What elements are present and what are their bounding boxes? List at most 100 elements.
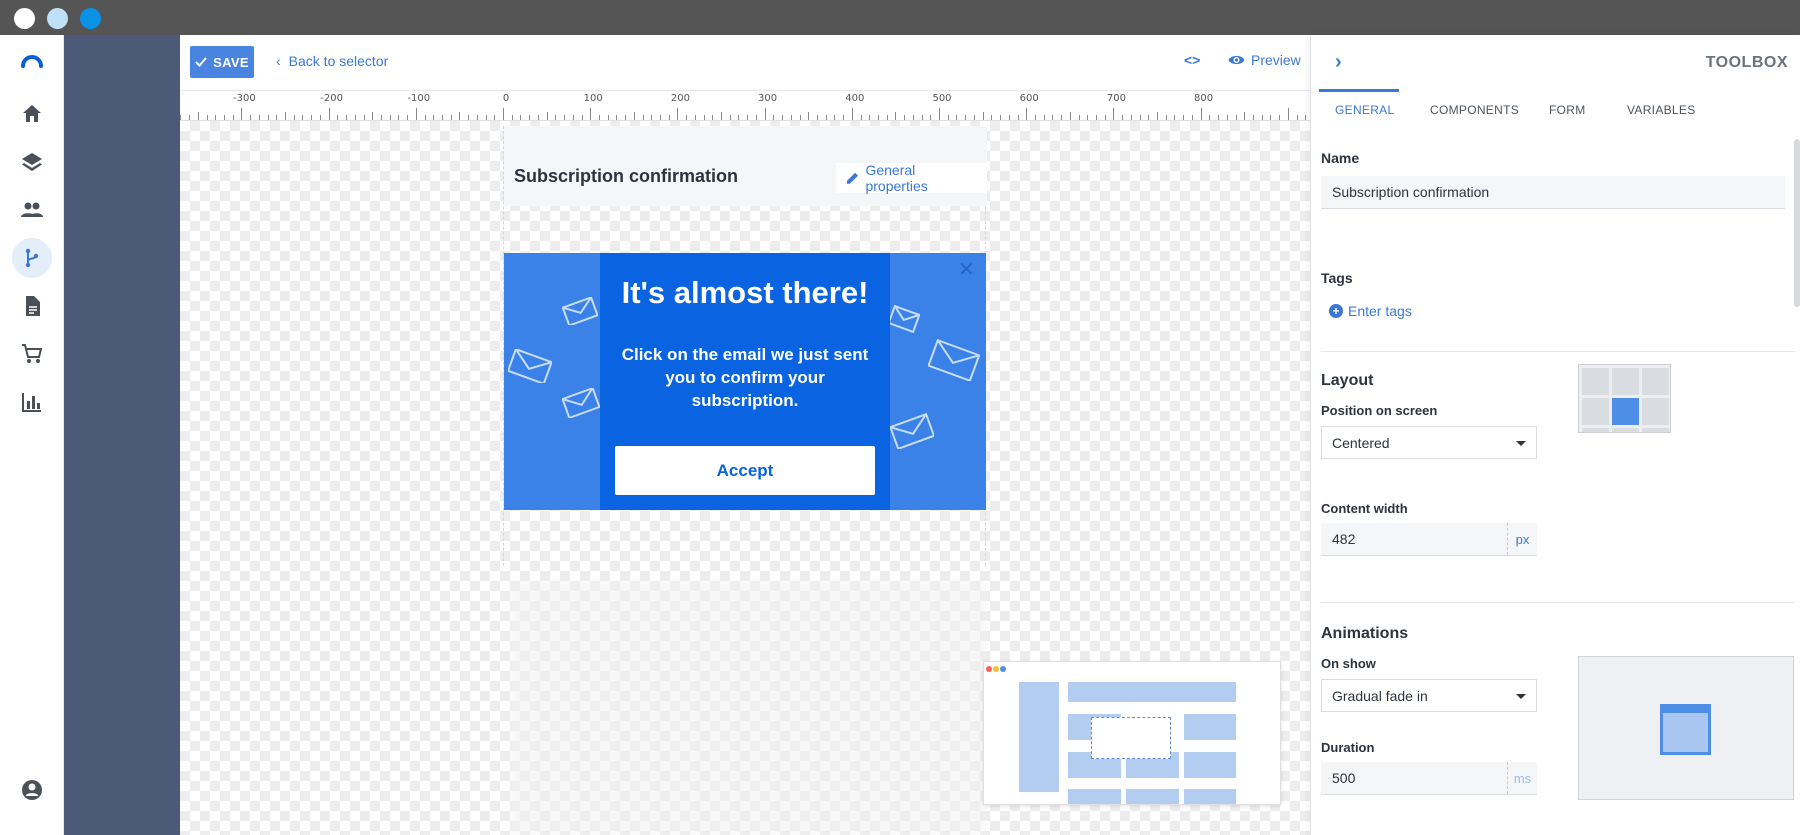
back-to-selector-link[interactable]: ‹ Back to selector: [276, 53, 388, 69]
window-close-dot[interactable]: [14, 8, 35, 29]
ruler-tick: [555, 115, 557, 120]
sidebar-item-home[interactable]: [12, 94, 52, 134]
ruler-tick: [886, 115, 888, 120]
position-grid[interactable]: [1578, 364, 1671, 433]
popup-preview[interactable]: It's almost there! Click on the email we…: [504, 253, 986, 510]
ruler-tick: [520, 115, 522, 120]
tab-form[interactable]: FORM: [1549, 103, 1586, 117]
position-select[interactable]: Centered: [1321, 426, 1537, 459]
on-show-select[interactable]: Gradual fade in: [1321, 679, 1537, 712]
ruler-tick: [276, 115, 278, 120]
ruler-tick: [346, 115, 347, 120]
layout-section-title: Layout: [1321, 372, 1374, 389]
sidebar-item-contacts[interactable]: [12, 190, 52, 230]
preview-button[interactable]: Preview: [1228, 52, 1301, 68]
ruler-tick: [1139, 115, 1141, 120]
ruler-tick: [215, 115, 217, 120]
window-minimize-dot[interactable]: [47, 8, 68, 29]
position-cell[interactable]: [1612, 428, 1639, 432]
ruler-tick: [450, 115, 452, 120]
enter-tags-label: Enter tags: [1348, 303, 1412, 319]
ruler-tick: [912, 115, 914, 120]
document-icon: [26, 296, 40, 316]
code-view-button[interactable]: <>: [1184, 52, 1200, 68]
code-icon: <>: [1184, 52, 1201, 68]
bar-chart-icon: [22, 393, 41, 412]
ruler-tick: [258, 115, 260, 120]
duration-input[interactable]: 500 ms: [1321, 762, 1537, 795]
ruler-tick: [1200, 108, 1202, 120]
envelope-icon: [888, 305, 920, 333]
sidebar-item-account[interactable]: [12, 770, 52, 810]
ruler-tick: [895, 112, 897, 120]
ruler-tick: [1279, 115, 1281, 120]
accept-button[interactable]: Accept: [615, 446, 875, 495]
ruler-tick: [703, 115, 705, 120]
position-cell[interactable]: [1582, 368, 1609, 395]
ruler-tick: [1226, 115, 1228, 120]
ruler-tick: [1296, 115, 1298, 120]
ruler-tick: [485, 115, 487, 120]
position-cell[interactable]: [1582, 398, 1609, 425]
popup-body-text: Click on the email we just sent you to c…: [621, 345, 869, 410]
minimap-sidebar: [1019, 682, 1059, 792]
ruler-tick: [808, 112, 810, 120]
minimap-block: [1184, 752, 1236, 778]
sidebar-item-reports[interactable]: [12, 382, 52, 422]
ruler-tick: [197, 112, 199, 120]
ruler-tick: [721, 112, 722, 120]
ruler-tick: [328, 108, 330, 120]
ruler-tick: [738, 115, 740, 120]
content-width-unit: px: [1507, 523, 1537, 555]
popup-headline: It's almost there!: [621, 275, 869, 310]
toolbox-scrollbar[interactable]: [1794, 139, 1800, 307]
sidebar-item-flows[interactable]: [12, 238, 52, 278]
collapse-toolbox-button[interactable]: ›: [1335, 51, 1342, 74]
layout-minimap[interactable]: [983, 661, 1281, 805]
ruler-tick: [764, 108, 766, 120]
branch-icon: [25, 248, 39, 268]
save-button[interactable]: SAVE: [190, 46, 254, 78]
sidebar-item-documents[interactable]: [12, 286, 52, 326]
ruler-tick: [991, 115, 993, 120]
general-properties-button[interactable]: General properties: [836, 162, 987, 194]
editor-canvas[interactable]: Subscription confirmation General proper…: [180, 121, 1310, 835]
position-cell[interactable]: [1612, 368, 1639, 395]
logo-icon: [21, 55, 43, 68]
tab-variables[interactable]: VARIABLES: [1627, 103, 1696, 117]
ruler-tick: [747, 115, 749, 120]
ruler-tick: [224, 115, 225, 120]
ruler-tick: [799, 115, 801, 120]
ruler-label: -100: [407, 93, 431, 104]
sidebar-item-ecommerce[interactable]: [12, 334, 52, 374]
enter-tags-button[interactable]: + Enter tags: [1329, 303, 1412, 319]
ruler-tick: [206, 115, 208, 120]
name-label: Name: [1321, 150, 1360, 166]
position-cell-selected[interactable]: [1612, 398, 1639, 425]
tab-components[interactable]: COMPONENTS: [1430, 103, 1519, 117]
layers-icon: [22, 153, 42, 171]
ruler-tick: [816, 115, 818, 120]
toolbox-title: TOOLBOX: [1705, 54, 1788, 71]
app-logo[interactable]: [12, 41, 52, 81]
ruler-tick: [1287, 108, 1289, 120]
position-cell[interactable]: [1642, 428, 1669, 432]
close-icon[interactable]: ✕: [958, 257, 975, 282]
popup-content: It's almost there! Click on the email we…: [600, 253, 890, 510]
ruler-tick: [755, 115, 757, 120]
sidebar-item-layers[interactable]: [12, 142, 52, 182]
ruler-tick: [1026, 108, 1028, 120]
tab-general[interactable]: GENERAL: [1335, 103, 1394, 117]
ruler-label: 700: [1106, 93, 1126, 104]
content-width-input[interactable]: 482 px: [1321, 523, 1537, 556]
secondary-sidebar: [64, 35, 180, 835]
ruler-tick: [625, 115, 627, 120]
envelope-icon: [928, 339, 980, 381]
name-input[interactable]: Subscription confirmation: [1321, 176, 1785, 209]
position-cell[interactable]: [1642, 368, 1669, 395]
cart-icon: [22, 344, 43, 363]
window-maximize-dot[interactable]: [80, 8, 101, 29]
chevron-right-icon: ›: [1335, 51, 1342, 73]
position-cell[interactable]: [1582, 428, 1609, 432]
position-cell[interactable]: [1642, 398, 1669, 425]
